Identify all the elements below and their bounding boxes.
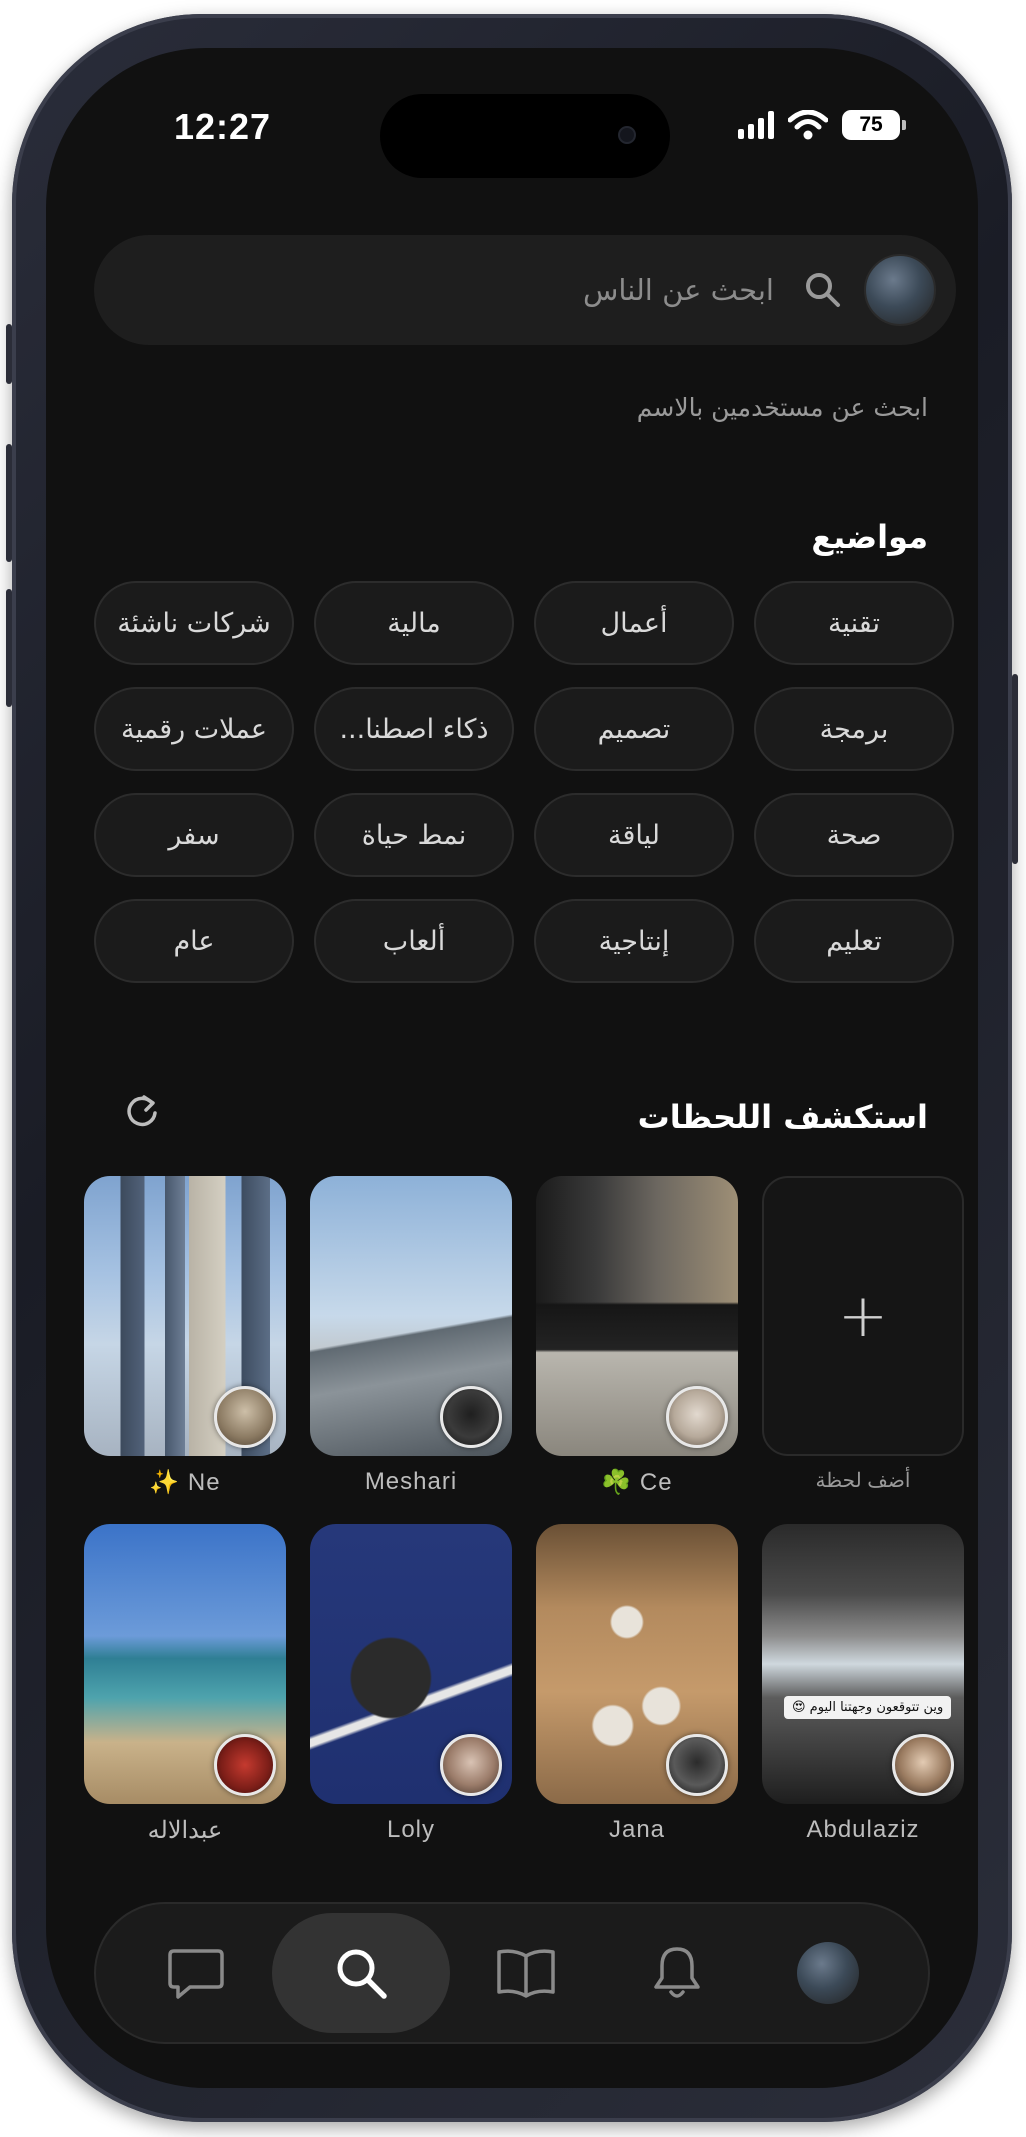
- moment-thumbnail: وين تتوقعون وجهتنا اليوم 😍: [762, 1524, 964, 1804]
- profile-avatar[interactable]: [864, 254, 936, 326]
- avatar: [214, 1734, 276, 1796]
- avatar: [440, 1734, 502, 1796]
- add-moment-label: أضف لحظة: [815, 1470, 911, 1492]
- search-placeholder: ابحث عن الناس: [582, 273, 774, 307]
- moments-grid: ✨ Ne Meshari ☘️ Ce + أضف لحظة عبدالاله L…: [84, 1176, 964, 1844]
- add-moment-card: +: [762, 1176, 964, 1456]
- topic-chip[interactable]: تقنية: [754, 581, 954, 665]
- cellular-signal-icon: [738, 111, 774, 139]
- search-input[interactable]: ابحث عن الناس: [94, 235, 956, 345]
- profile-avatar: [797, 1942, 860, 2004]
- status-icons: 75: [738, 110, 906, 140]
- refresh-icon[interactable]: [122, 1091, 162, 1131]
- moment-card[interactable]: Jana: [536, 1524, 738, 1843]
- topic-chip[interactable]: شركات ناشئة: [94, 581, 294, 665]
- topics-grid: تقنية أعمال مالية شركات ناشئة برمجة تصمي…: [94, 581, 954, 983]
- moment-card[interactable]: وين تتوقعون وجهتنا اليوم 😍 Abdulaziz: [762, 1524, 964, 1843]
- phone-frame: 12:27 75 ابحث عن الناس ابحث عن مستخدمين …: [6, 14, 1018, 2122]
- topic-chip[interactable]: ألعاب: [314, 899, 514, 983]
- moment-caption: وين تتوقعون وجهتنا اليوم 😍: [784, 1696, 952, 1719]
- moment-card[interactable]: عبدالاله: [84, 1524, 286, 1844]
- bell-icon: [654, 1947, 700, 1998]
- moment-card[interactable]: ✨ Ne: [84, 1176, 286, 1496]
- topic-chip[interactable]: ذكاء اصطنا...: [314, 687, 514, 771]
- wifi-icon: [788, 110, 828, 140]
- moment-thumbnail: [536, 1176, 738, 1456]
- volume-up-button: [6, 444, 12, 562]
- camera-icon: [618, 126, 636, 144]
- avatar: [214, 1386, 276, 1448]
- moment-thumbnail: [310, 1524, 512, 1804]
- power-button: [1012, 674, 1018, 864]
- tab-library[interactable]: [451, 1913, 601, 2033]
- tab-search[interactable]: [271, 1913, 450, 2033]
- topic-chip[interactable]: إنتاجية: [534, 899, 734, 983]
- moment-thumbnail: [536, 1524, 738, 1804]
- topic-chip[interactable]: سفر: [94, 793, 294, 877]
- moment-card[interactable]: Loly: [310, 1524, 512, 1843]
- avatar: [666, 1386, 728, 1448]
- topic-chip[interactable]: لياقة: [534, 793, 734, 877]
- moment-author: Meshari: [364, 1468, 458, 1495]
- plus-icon: +: [837, 1281, 889, 1351]
- moment-author: Jana: [608, 1816, 666, 1843]
- topic-chip[interactable]: عام: [94, 899, 294, 983]
- topic-chip[interactable]: تعليم: [754, 899, 954, 983]
- topic-chip[interactable]: عملات رقمية: [94, 687, 294, 771]
- action-button: [6, 324, 12, 384]
- moment-author: Abdulaziz: [806, 1816, 920, 1843]
- moment-author: ✨ Ne: [149, 1469, 221, 1496]
- topics-title: مواضيع: [811, 518, 928, 556]
- volume-down-button: [6, 589, 12, 707]
- topic-chip[interactable]: تصميم: [534, 687, 734, 771]
- topic-chip[interactable]: مالية: [314, 581, 514, 665]
- moment-thumbnail: [310, 1176, 512, 1456]
- moment-thumbnail: [84, 1176, 286, 1456]
- chat-bubble-icon: [167, 1949, 224, 1999]
- bottom-tab-bar: [94, 1902, 930, 2044]
- topic-chip[interactable]: برمجة: [754, 687, 954, 771]
- avatar: [666, 1734, 728, 1796]
- tab-profile[interactable]: [753, 1913, 903, 2033]
- search-hint: ابحث عن مستخدمين بالاسم: [636, 393, 928, 422]
- avatar: [892, 1734, 954, 1796]
- tab-notifications[interactable]: [602, 1913, 752, 2033]
- moments-title: استكشف اللحظات: [637, 1098, 928, 1136]
- topic-chip[interactable]: أعمال: [534, 581, 734, 665]
- topic-chip[interactable]: نمط حياة: [314, 793, 514, 877]
- moment-card[interactable]: ☘️ Ce: [536, 1176, 738, 1496]
- status-time: 12:27: [174, 106, 272, 147]
- screen: 12:27 75 ابحث عن الناس ابحث عن مستخدمين …: [46, 48, 978, 2088]
- search-icon: [337, 1949, 387, 1999]
- moment-card[interactable]: Meshari: [310, 1176, 512, 1495]
- avatar: [440, 1386, 502, 1448]
- moment-author: ☘️ Ce: [601, 1469, 673, 1496]
- moment-author: عبدالاله: [147, 1817, 223, 1844]
- dynamic-island: [380, 94, 670, 178]
- add-moment-button[interactable]: + أضف لحظة: [762, 1176, 964, 1492]
- moment-thumbnail: [84, 1524, 286, 1804]
- topic-chip[interactable]: صحة: [754, 793, 954, 877]
- book-icon: [497, 1949, 555, 1998]
- tab-messages[interactable]: [121, 1913, 271, 2033]
- search-icon: [806, 273, 840, 307]
- battery-icon: 75: [842, 110, 906, 140]
- moment-author: Loly: [386, 1816, 436, 1843]
